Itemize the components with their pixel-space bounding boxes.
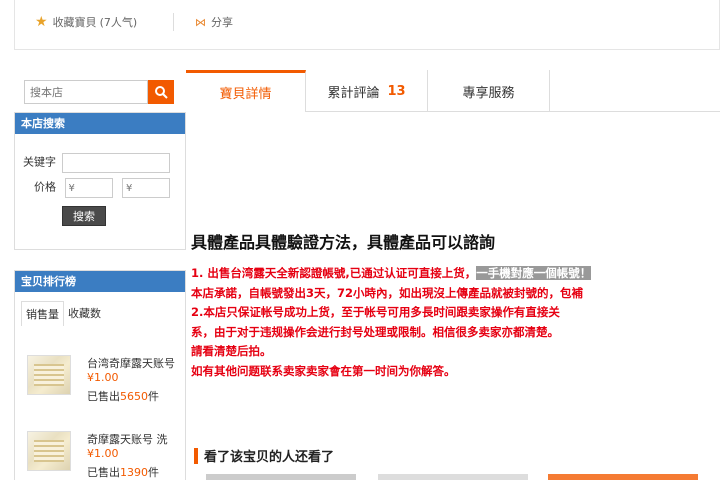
price-row: 价格 [34,178,170,198]
product-thumbnail[interactable] [27,355,71,395]
notice-line-5: 請看清楚后拍。 [191,344,272,358]
keyword-input[interactable] [61,153,170,173]
description-notice: 1. 出售台湾露天全新認證帳號,已通过认证可直接上货，一手機對應一個帳號！ 本店… [191,264,711,381]
product-price: ¥1.00 [87,371,119,384]
search-icon [155,86,168,99]
ranking-panel: 宝贝排行榜 销售量 收藏数 台湾奇摩露天账号 ¥1.00 已售出5650件 奇摩… [14,270,186,480]
keyword-row: 关键字 [23,153,170,173]
notice-line-2: 本店承諾，自帳號發出3天，72小時內，如出現沒上傳產品就被封號的，包補 [191,285,584,300]
also-viewed-heading: 看了该宝贝的人还看了 [194,446,334,465]
product-price: ¥1.00 [87,447,119,460]
tab-details[interactable]: 寶貝詳情 [186,70,306,112]
favorite-button[interactable]: ★ 收藏寶貝 (7人气) [35,14,137,30]
ranking-tabs: 销售量 收藏数 [21,301,105,326]
recommended-item[interactable] [206,474,356,480]
notice-highlight: 一手機對應一個帳號！ [476,266,592,280]
shop-search-panel: 本店搜索 关键字 价格 搜索 [14,112,186,250]
heading-accent-bar [194,447,198,464]
keyword-label: 关键字 [23,155,56,169]
share-label: 分享 [211,16,233,29]
recommended-item[interactable] [548,474,698,480]
price-label: 价格 [34,180,56,194]
notice-line-4: 系，由于对于违规操作会进行封号处理或限制。相信很多卖家亦都清楚。 [191,324,559,339]
share-button[interactable]: ⋈ 分享 [195,14,233,30]
review-count: 13 [387,83,406,99]
divider [173,13,174,31]
favorite-count: (7人气) [99,16,138,29]
tab-reviews-label: 累計評論 [327,85,380,101]
shop-search-box [24,80,174,104]
detail-tabs: 寶貝詳情 累計評論 13 專享服務 [186,70,720,112]
star-icon: ★ [35,14,48,30]
shop-search-input[interactable] [24,80,148,104]
also-viewed-label: 看了该宝贝的人还看了 [204,450,335,465]
product-thumbnail[interactable] [27,431,71,471]
share-icon: ⋈ [195,15,206,29]
tab-services[interactable]: 專享服務 [428,70,550,112]
tab-favorites[interactable]: 收藏数 [64,301,105,326]
ranking-title: 宝贝排行榜 [15,271,185,292]
product-sold: 已售出1390件 [87,466,159,479]
tab-reviews[interactable]: 累計評論 13 [306,70,428,112]
search-submit-button[interactable] [148,80,174,104]
notice-line-6: 如有其他问题联系卖家卖家會在第一时间为你解答。 [191,363,456,378]
notice-line-3: 2.本店只保证帐号成功上货，至于帐号可用多長时间跟卖家操作有直接关 [191,305,560,319]
price-min-input[interactable] [64,178,113,198]
product-sold: 已售出5650件 [87,390,159,403]
top-action-bar: ★ 收藏寶貝 (7人气) ⋈ 分享 [14,0,720,50]
tab-sales[interactable]: 销售量 [21,301,64,326]
product-name[interactable]: 台湾奇摩露天账号 [87,355,175,371]
shop-search-title: 本店搜索 [15,113,185,134]
shop-search-button[interactable]: 搜索 [62,206,106,226]
price-max-input[interactable] [122,178,170,198]
favorite-label: 收藏寶貝 [52,16,97,29]
description-title: 具體產品具體驗證方法，具體產品可以諮詢 [191,233,496,252]
recommended-item[interactable] [378,474,528,480]
notice-line-1: 1. 出售台湾露天全新認證帳號,已通过认证可直接上货，一手機對應一個帳號！ [191,266,592,280]
product-name[interactable]: 奇摩露天账号 洗 [87,431,168,447]
